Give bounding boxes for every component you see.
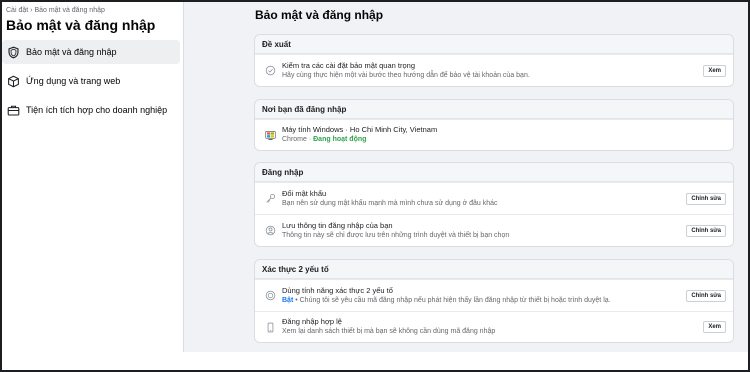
- phone-icon: [263, 320, 277, 334]
- list-item[interactable]: Đổi mật khẩu Bạn nên sử dụng mật khẩu mạ…: [255, 182, 733, 214]
- user-circle-icon: [263, 224, 277, 238]
- section-header: Xác thực 2 yếu tố: [255, 260, 733, 279]
- sidebar-item-label: Tiện ích tích hợp cho doanh nghiệp: [26, 105, 168, 115]
- two-factor-on-label: Bật: [282, 296, 294, 304]
- list-item[interactable]: Máy tính Windows · Ho Chi Minh City, Vie…: [255, 119, 733, 150]
- sidebar-title: Bảo mật và đăng nhập: [6, 17, 156, 33]
- sidebar-item-security-login[interactable]: Bảo mật và đăng nhập: [2, 40, 180, 64]
- section-header: Đề xuất: [255, 35, 733, 54]
- row-subtitle: Bạn nên sử dụng mật khẩu mạnh mà mình ch…: [282, 199, 498, 207]
- breadcrumb: Cài đặt › Bảo mật và đăng nhập: [6, 7, 105, 14]
- row-title: Đổi mật khẩu: [282, 188, 327, 198]
- page-title: Bảo mật và đăng nhập: [255, 8, 384, 22]
- breadcrumb-separator: ›: [30, 7, 33, 14]
- sidebar-item-label: Bảo mật và đăng nhập: [26, 47, 117, 57]
- shield-lock-icon: [263, 289, 277, 303]
- list-item[interactable]: Lưu thông tin đăng nhập của bạn Thông ti…: [255, 214, 733, 246]
- list-item[interactable]: Dùng tính năng xác thực 2 yếu tố Bật • C…: [255, 279, 733, 311]
- key-icon: [263, 192, 277, 206]
- view-authorized-logins-button[interactable]: Xem: [703, 321, 726, 333]
- list-item[interactable]: Đăng nhập hợp lệ Xem lại danh sách thiết…: [255, 311, 733, 342]
- settings-sidebar: Cài đặt › Bảo mật và đăng nhập Bảo mật v…: [2, 2, 184, 352]
- breadcrumb-parent[interactable]: Cài đặt: [6, 7, 28, 14]
- main-content: Bảo mật và đăng nhập Đề xuất Kiểm tra cá…: [184, 2, 748, 352]
- active-status-label: Đang hoạt động: [313, 136, 367, 143]
- section-header: Nơi bạn đã đăng nhập: [255, 100, 733, 119]
- windows-computer-icon: [263, 128, 277, 142]
- list-item[interactable]: Kiểm tra các cài đặt bảo mật quan trọng …: [255, 54, 733, 86]
- login-card: Đăng nhập Đổi mật khẩu Bạn nên sử dụng m…: [254, 162, 734, 247]
- two-factor-card: Xác thực 2 yếu tố Dùng tính năng xác thự…: [254, 259, 734, 343]
- row-title: Máy tính Windows · Ho Chi Minh City, Vie…: [282, 125, 438, 134]
- view-button[interactable]: Xem: [703, 64, 726, 77]
- sidebar-item-apps-websites[interactable]: Ứng dụng và trang web: [2, 69, 180, 93]
- sidebar-nav: Bảo mật và đăng nhập Ứng dụng và trang w…: [2, 40, 180, 127]
- check-circle-icon: [263, 64, 277, 78]
- row-subtitle: Xem lại danh sách thiết bị mà bạn sẽ khô…: [282, 328, 496, 335]
- row-subtitle: Thông tin này sẽ chỉ được lưu trên những…: [282, 231, 510, 239]
- row-title: Lưu thông tin đăng nhập của bạn: [282, 220, 393, 230]
- row-title: Đăng nhập hợp lệ: [282, 317, 342, 326]
- briefcase-icon: [6, 103, 20, 117]
- edit-password-button[interactable]: Chỉnh sửa: [686, 192, 726, 205]
- row-subtitle: Bật • Chúng tôi sẽ yêu cầu mã đăng nhập …: [282, 296, 733, 306]
- row-subtitle: Hãy cùng thực hiện một vài bước theo hướ…: [282, 71, 530, 79]
- section-header: Đăng nhập: [255, 163, 733, 182]
- browser-label: Chrome ·: [282, 136, 314, 143]
- shield-icon: [6, 45, 20, 59]
- edit-two-factor-button[interactable]: Chỉnh sửa: [686, 289, 726, 302]
- two-factor-description: • Chúng tôi sẽ yêu cầu mã đăng nhập nếu …: [293, 296, 611, 304]
- recommendations-card: Đề xuất Kiểm tra các cài đặt bảo mật qua…: [254, 34, 734, 87]
- edit-saved-login-button[interactable]: Chỉnh sửa: [686, 224, 726, 237]
- row-subtitle: Chrome · Đang hoạt động: [282, 135, 733, 145]
- breadcrumb-current: Bảo mật và đăng nhập: [34, 7, 105, 14]
- cube-icon: [6, 74, 20, 88]
- sidebar-item-business-integrations[interactable]: Tiện ích tích hợp cho doanh nghiệp: [2, 98, 180, 122]
- sidebar-item-label: Ứng dụng và trang web: [26, 76, 121, 86]
- row-title: Dùng tính năng xác thực 2 yếu tố: [282, 285, 393, 295]
- row-title: Kiểm tra các cài đặt bảo mật quan trọng: [282, 60, 415, 70]
- logged-in-locations-card: Nơi bạn đã đăng nhập Máy tính Windows · …: [254, 99, 734, 151]
